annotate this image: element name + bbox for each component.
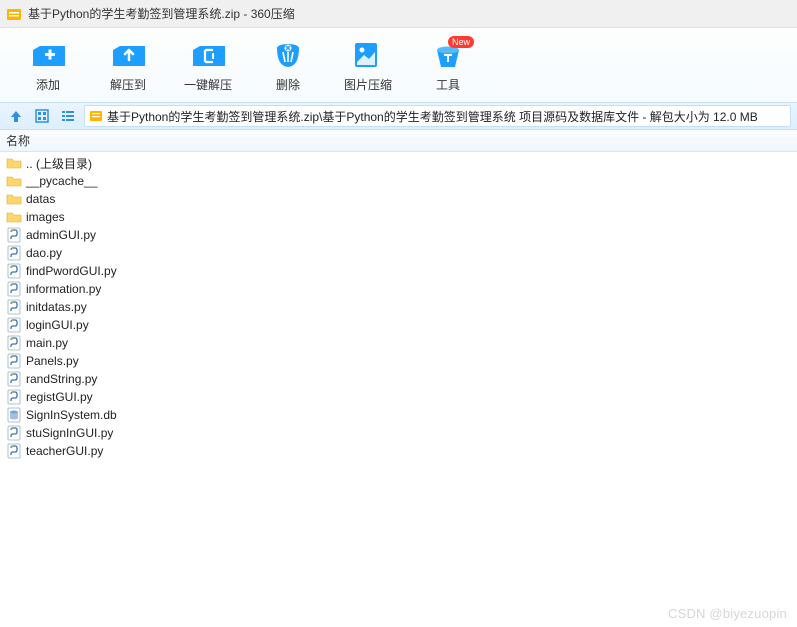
- file-row[interactable]: Panels.py: [4, 352, 793, 370]
- toolbar: 添加 解压到 一键解压 删除 图片压缩 New 工具: [0, 28, 797, 102]
- file-name: Panels.py: [26, 354, 79, 368]
- file-name: initdatas.py: [26, 300, 87, 314]
- delete-label: 删除: [276, 76, 300, 93]
- file-name: findPwordGUI.py: [26, 264, 117, 278]
- path-box[interactable]: 基于Python的学生考勤签到管理系统.zip\基于Python的学生考勤签到管…: [84, 105, 791, 127]
- py-file-icon: [6, 335, 22, 351]
- app-icon: [6, 6, 22, 22]
- file-row[interactable]: SignInSystem.db: [4, 406, 793, 424]
- one-click-label: 一键解压: [184, 76, 232, 93]
- add-label: 添加: [36, 76, 60, 93]
- py-file-icon: [6, 443, 22, 459]
- file-name: information.py: [26, 282, 101, 296]
- folder-icon: [6, 155, 22, 171]
- py-file-icon: [6, 299, 22, 315]
- py-file-icon: [6, 281, 22, 297]
- file-row[interactable]: images: [4, 208, 793, 226]
- file-list: .. (上级目录) __pycache__datas images adminGUI.…: [0, 152, 797, 462]
- delete-button[interactable]: 删除: [248, 34, 328, 100]
- py-file-icon: [6, 317, 22, 333]
- title-bar: 基于Python的学生考勤签到管理系统.zip - 360压缩: [0, 0, 797, 28]
- py-file-icon: [6, 371, 22, 387]
- one-click-extract-button[interactable]: 一键解压: [168, 34, 248, 100]
- file-name: datas: [26, 192, 55, 206]
- file-row[interactable]: initdatas.py: [4, 298, 793, 316]
- file-row[interactable]: teacherGUI.py: [4, 442, 793, 460]
- py-file-icon: [6, 389, 22, 405]
- py-file-icon: [6, 227, 22, 243]
- path-text: 基于Python的学生考勤签到管理系统.zip\基于Python的学生考勤签到管…: [107, 108, 758, 125]
- view-thumb-icon[interactable]: [32, 106, 52, 126]
- file-name: __pycache__: [26, 174, 97, 188]
- py-file-icon: [6, 425, 22, 441]
- py-file-icon: [6, 263, 22, 279]
- file-row[interactable]: registGUI.py: [4, 388, 793, 406]
- file-row[interactable]: randString.py: [4, 370, 793, 388]
- file-name: loginGUI.py: [26, 318, 89, 332]
- tools-label: 工具: [436, 76, 460, 93]
- extract-to-button[interactable]: 解压到: [88, 34, 168, 100]
- add-button[interactable]: 添加: [8, 34, 88, 100]
- file-row[interactable]: __pycache__: [4, 172, 793, 190]
- file-name: SignInSystem.db: [26, 408, 117, 422]
- py-file-icon: [6, 245, 22, 261]
- file-name: main.py: [26, 336, 68, 350]
- py-file-icon: [6, 353, 22, 369]
- new-badge: New: [448, 36, 474, 48]
- file-name: .. (上级目录): [26, 155, 92, 172]
- file-name: stuSignInGUI.py: [26, 426, 113, 440]
- zip-file-icon: [89, 109, 103, 123]
- add-icon: [30, 40, 66, 70]
- up-icon[interactable]: [6, 106, 26, 126]
- file-row[interactable]: information.py: [4, 280, 793, 298]
- image-compress-button[interactable]: 图片压缩: [328, 34, 408, 100]
- file-row[interactable]: main.py: [4, 334, 793, 352]
- folder-icon: [6, 191, 22, 207]
- file-row[interactable]: loginGUI.py: [4, 316, 793, 334]
- file-name: randString.py: [26, 372, 97, 386]
- file-name: images: [26, 210, 65, 224]
- one-click-icon: [190, 40, 226, 70]
- folder-icon: [6, 209, 22, 225]
- file-row[interactable]: stuSignInGUI.py: [4, 424, 793, 442]
- column-name-label: 名称: [6, 132, 30, 149]
- file-row[interactable]: datas: [4, 190, 793, 208]
- tools-button[interactable]: New 工具: [408, 34, 488, 100]
- extract-to-icon: [110, 40, 146, 70]
- file-row[interactable]: adminGUI.py: [4, 226, 793, 244]
- file-row[interactable]: dao.py: [4, 244, 793, 262]
- window-title: 基于Python的学生考勤签到管理系统.zip - 360压缩: [28, 5, 295, 22]
- file-name: registGUI.py: [26, 390, 93, 404]
- db-file-icon: [6, 407, 22, 423]
- file-name: adminGUI.py: [26, 228, 96, 242]
- watermark: CSDN @biyezuopin: [668, 606, 787, 621]
- delete-icon: [270, 40, 306, 70]
- file-row[interactable]: .. (上级目录): [4, 154, 793, 172]
- extract-to-label: 解压到: [110, 76, 146, 93]
- file-name: teacherGUI.py: [26, 444, 103, 458]
- file-row[interactable]: findPwordGUI.py: [4, 262, 793, 280]
- image-compress-label: 图片压缩: [344, 76, 392, 93]
- folder-icon: [6, 173, 22, 189]
- column-header[interactable]: 名称: [0, 130, 797, 152]
- image-compress-icon: [350, 40, 386, 70]
- nav-bar: 基于Python的学生考勤签到管理系统.zip\基于Python的学生考勤签到管…: [0, 102, 797, 130]
- file-name: dao.py: [26, 246, 62, 260]
- view-list-icon[interactable]: [58, 106, 78, 126]
